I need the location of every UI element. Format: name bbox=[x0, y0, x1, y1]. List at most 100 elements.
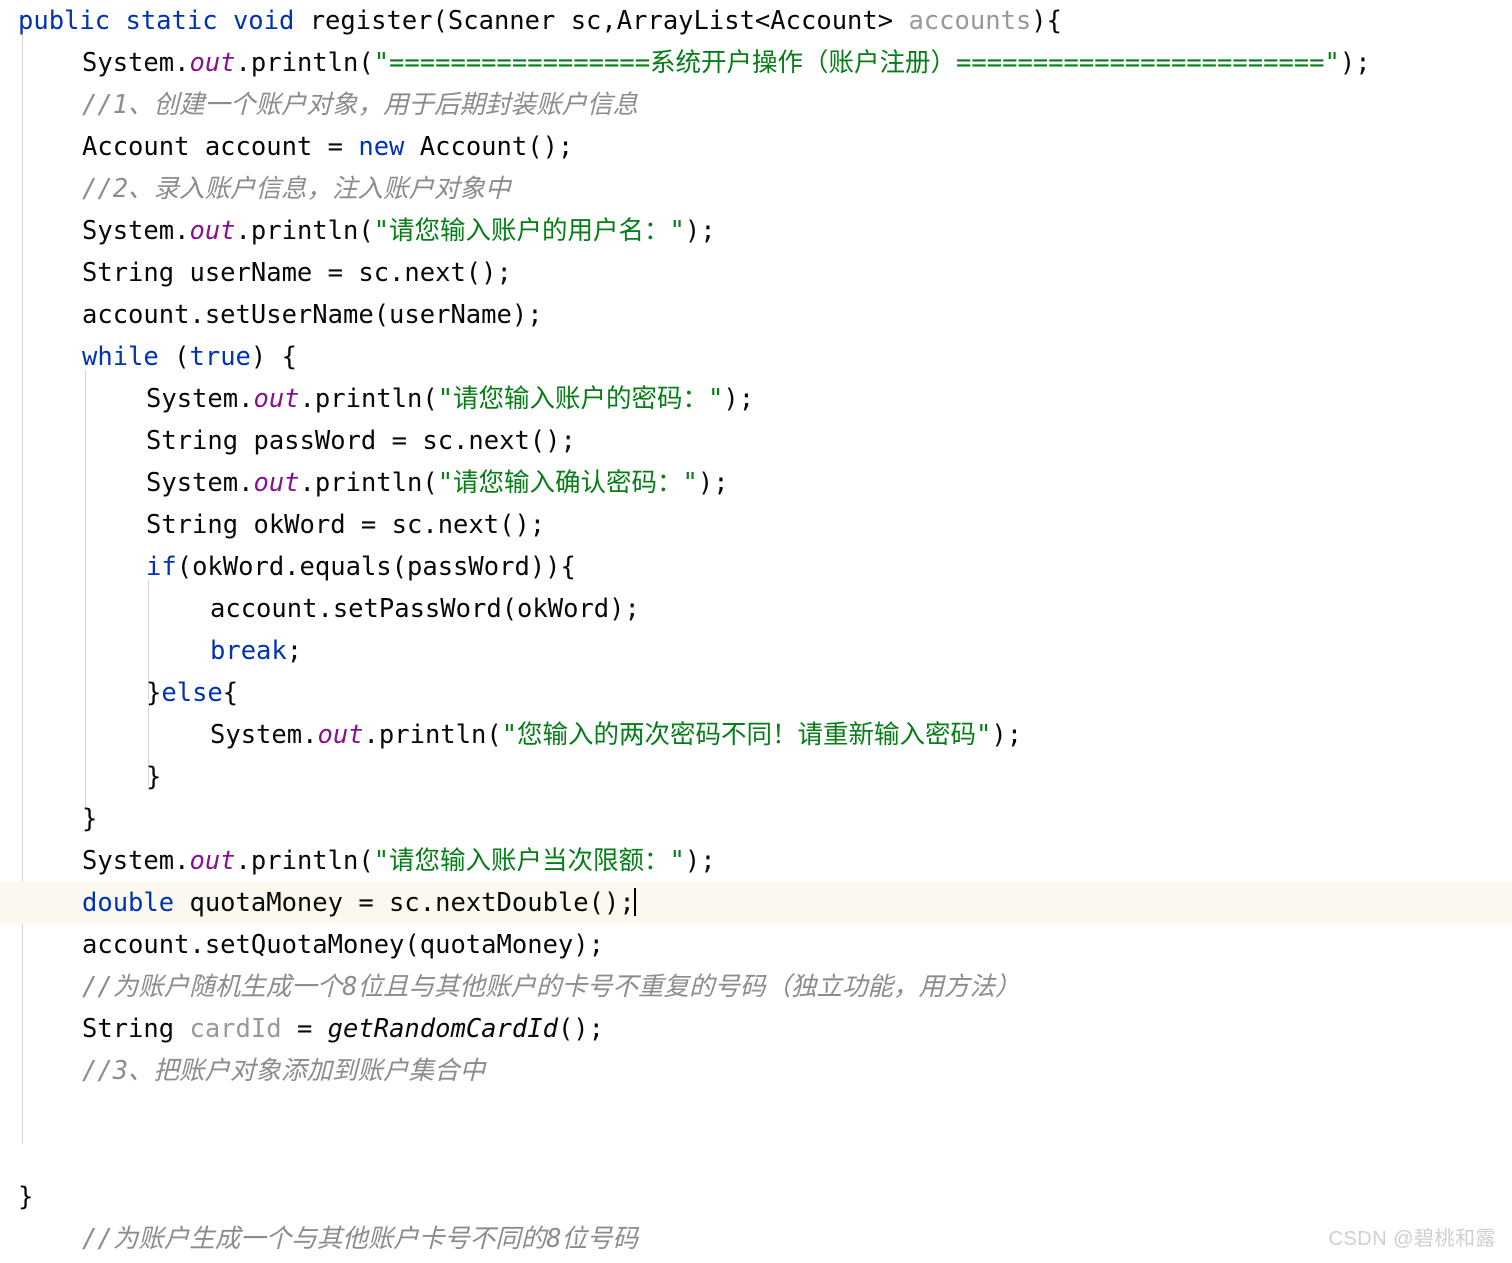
code-token-plain: } bbox=[146, 678, 162, 708]
code-line[interactable]: } bbox=[0, 1176, 1512, 1218]
code-token-plain: { bbox=[222, 678, 239, 708]
code-line[interactable]: //2、录入账户信息，注入账户对象中 bbox=[0, 168, 1512, 210]
code-line[interactable]: account.setQuotaMoney(quotaMoney); bbox=[0, 924, 1512, 966]
code-token-stat: out bbox=[189, 48, 236, 78]
code-content[interactable]: public static void register(Scanner sc,A… bbox=[0, 0, 1512, 1260]
code-line[interactable]: break; bbox=[0, 630, 1512, 672]
code-line[interactable]: String cardId = getRandomCardId(); bbox=[0, 1008, 1512, 1050]
code-token-cmt: //为账户随机生成一个8位且与其他账户的卡号不重复的号码（独立功能，用方法） bbox=[82, 972, 1021, 1002]
code-token-plain: Account account = bbox=[82, 132, 359, 162]
code-token-plain: (); bbox=[557, 1014, 605, 1044]
code-token-plain: String userName = sc.next(); bbox=[82, 258, 512, 288]
code-token-kw: true bbox=[189, 342, 251, 372]
code-line[interactable]: System.out.println("请您输入账户的密码："); bbox=[0, 378, 1512, 420]
code-token-stat: out bbox=[253, 468, 300, 498]
code-line[interactable]: account.setPassWord(okWord); bbox=[0, 588, 1512, 630]
code-token-str: "请您输入账户的密码：" bbox=[437, 384, 724, 414]
code-token-plain: String passWord = sc.next(); bbox=[146, 426, 576, 456]
code-token-cmt: //为账户生成一个与其他账户卡号不同的8位号码 bbox=[82, 1224, 639, 1254]
code-line[interactable]: } bbox=[0, 756, 1512, 798]
code-token-plain: = bbox=[281, 1014, 328, 1044]
code-token-plain: String okWord = sc.next(); bbox=[146, 510, 546, 540]
code-token-plain: .println( bbox=[235, 216, 374, 246]
code-token-plain: ; bbox=[286, 636, 303, 666]
code-token-str: "=================系统开户操作（账户注册）==========… bbox=[373, 48, 1340, 78]
code-line[interactable]: System.out.println("请您输入确认密码："); bbox=[0, 462, 1512, 504]
code-line[interactable]: while (true) { bbox=[0, 336, 1512, 378]
code-token-str: "请您输入账户的用户名：" bbox=[373, 216, 685, 246]
code-token-kw: new bbox=[358, 132, 420, 162]
code-token-plain: ); bbox=[697, 468, 729, 498]
code-token-plain: (Scanner sc,ArrayList<Account> bbox=[432, 6, 909, 36]
code-token-plain: System. bbox=[210, 720, 318, 750]
code-line[interactable]: } bbox=[0, 798, 1512, 840]
code-token-cmt: //1、创建一个账户对象，用于后期封装账户信息 bbox=[82, 90, 639, 120]
code-token-plain: account.setUserName(userName); bbox=[82, 300, 543, 330]
code-token-plain: .println( bbox=[299, 468, 438, 498]
code-token-kw: break bbox=[210, 636, 287, 666]
code-token-plain: (okWord.equals(passWord)){ bbox=[176, 552, 576, 582]
code-token-plain: } bbox=[82, 804, 98, 834]
code-token-plain: .println( bbox=[235, 48, 374, 78]
code-editor[interactable]: public static void register(Scanner sc,A… bbox=[0, 0, 1512, 1263]
code-token-plain: System. bbox=[146, 468, 254, 498]
code-token-plain: account.setQuotaMoney(quotaMoney); bbox=[82, 930, 604, 960]
code-token-cmt: //2、录入账户信息，注入账户对象中 bbox=[82, 174, 511, 204]
code-line[interactable]: }else{ bbox=[0, 672, 1512, 714]
code-token-plain: ); bbox=[684, 846, 716, 876]
code-token-str: "请您输入确认密码：" bbox=[437, 468, 698, 498]
code-token-stat: out bbox=[317, 720, 364, 750]
code-token-plain: } bbox=[18, 1182, 34, 1212]
code-token-gray: accounts bbox=[908, 6, 1032, 36]
code-token-plain: ){ bbox=[1031, 6, 1062, 36]
code-token-plain: ) { bbox=[250, 342, 297, 372]
code-token-kw: void bbox=[232, 6, 310, 36]
code-token-plain: Account(); bbox=[419, 132, 574, 162]
code-token-plain: quotaMoney = sc.nextDouble(); bbox=[189, 888, 635, 918]
code-line[interactable]: //3、把账户对象添加到账户集合中 bbox=[0, 1050, 1512, 1092]
code-token-plain: ); bbox=[684, 216, 716, 246]
code-token-plain: ( bbox=[174, 342, 190, 372]
code-line[interactable]: //1、创建一个账户对象，用于后期封装账户信息 bbox=[0, 84, 1512, 126]
code-line[interactable]: Account account = new Account(); bbox=[0, 126, 1512, 168]
code-token-kw: while bbox=[82, 342, 175, 372]
code-token-plain: System. bbox=[146, 384, 254, 414]
code-token-mcall: getRandomCardId bbox=[327, 1014, 558, 1044]
code-line[interactable]: System.out.println("您输入的两次密码不同！请重新输入密码")… bbox=[0, 714, 1512, 756]
code-line[interactable]: String userName = sc.next(); bbox=[0, 252, 1512, 294]
code-token-kw: else bbox=[161, 678, 223, 708]
code-token-plain: .println( bbox=[299, 384, 438, 414]
code-token-kw: if bbox=[146, 552, 177, 582]
code-token-stat: out bbox=[189, 216, 236, 246]
text-caret bbox=[633, 888, 636, 916]
code-token-plain: ); bbox=[723, 384, 755, 414]
code-line[interactable]: if(okWord.equals(passWord)){ bbox=[0, 546, 1512, 588]
code-token-gray: cardId bbox=[189, 1014, 282, 1044]
code-line[interactable]: //为账户生成一个与其他账户卡号不同的8位号码 bbox=[0, 1218, 1512, 1260]
code-token-kw: double bbox=[82, 888, 190, 918]
code-token-plain: .println( bbox=[235, 846, 374, 876]
code-token-plain: ); bbox=[1339, 48, 1371, 78]
code-line[interactable]: account.setUserName(userName); bbox=[0, 294, 1512, 336]
code-line[interactable]: System.out.println("请您输入账户的用户名："); bbox=[0, 210, 1512, 252]
code-line[interactable]: double quotaMoney = sc.nextDouble(); bbox=[0, 882, 1512, 924]
code-token-stat: out bbox=[189, 846, 236, 876]
code-token-str: "请您输入账户当次限额：" bbox=[373, 846, 685, 876]
code-line[interactable] bbox=[0, 1134, 1512, 1176]
code-token-plain: } bbox=[146, 762, 162, 792]
code-line[interactable]: String okWord = sc.next(); bbox=[0, 504, 1512, 546]
code-line[interactable]: //为账户随机生成一个8位且与其他账户的卡号不重复的号码（独立功能，用方法） bbox=[0, 966, 1512, 1008]
code-token-plain: ); bbox=[991, 720, 1023, 750]
code-line[interactable]: System.out.println("=================系统开… bbox=[0, 42, 1512, 84]
code-token-plain: account.setPassWord(okWord); bbox=[210, 594, 640, 624]
code-token-stat: out bbox=[253, 384, 300, 414]
code-line[interactable]: String passWord = sc.next(); bbox=[0, 420, 1512, 462]
code-token-str: "您输入的两次密码不同！请重新输入密码" bbox=[501, 720, 992, 750]
code-line[interactable]: System.out.println("请您输入账户当次限额："); bbox=[0, 840, 1512, 882]
code-token-cmt: //3、把账户对象添加到账户集合中 bbox=[82, 1056, 486, 1086]
code-token-kw: public bbox=[18, 6, 126, 36]
code-token-plain: .println( bbox=[363, 720, 502, 750]
code-token-plain: System. bbox=[82, 216, 190, 246]
code-line[interactable]: public static void register(Scanner sc,A… bbox=[0, 0, 1512, 42]
code-line[interactable] bbox=[0, 1092, 1512, 1134]
